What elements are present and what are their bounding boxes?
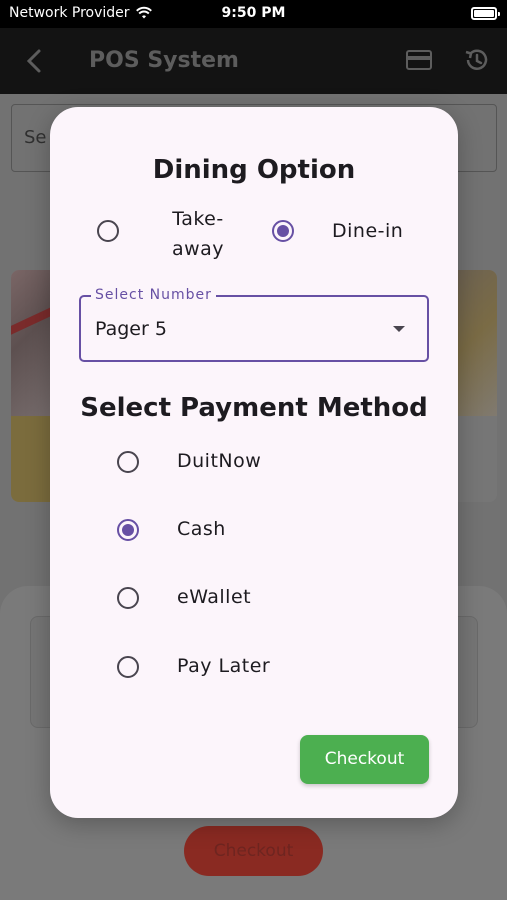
battery-full-icon <box>471 7 500 20</box>
dropdown-arrow-icon <box>393 326 405 332</box>
page-title: POS System <box>89 48 239 73</box>
select-number-label: Select Number <box>91 287 216 303</box>
checkout-button[interactable]: Checkout <box>300 735 429 784</box>
back-icon[interactable] <box>24 48 46 74</box>
status-bar: Network Provider 9:50 PM <box>0 0 507 28</box>
history-icon[interactable] <box>463 46 491 74</box>
background-checkout-button[interactable]: Checkout <box>184 826 323 876</box>
status-time: 9:50 PM <box>221 5 286 21</box>
select-number-value: Pager 5 <box>95 318 167 340</box>
ewallet-label: eWallet <box>177 586 252 608</box>
radio-cash[interactable] <box>117 519 139 541</box>
radio-dine-in[interactable] <box>272 220 294 242</box>
search-label: Se <box>24 127 47 148</box>
dine-in-label: Dine-in <box>332 220 404 242</box>
pay-later-label: Pay Later <box>177 655 271 677</box>
checkout-dialog: Dining Option Take-away Dine-in Select N… <box>50 107 458 818</box>
select-number-dropdown[interactable]: Select Number Pager 5 <box>79 287 429 362</box>
app-bar: POS System <box>0 28 507 94</box>
radio-pay-later[interactable] <box>117 656 139 678</box>
radio-take-away[interactable] <box>97 220 119 242</box>
radio-duitnow[interactable] <box>117 451 139 473</box>
take-away-label: Take-away <box>171 208 225 260</box>
duitnow-label: DuitNow <box>177 450 262 472</box>
cash-label: Cash <box>177 518 226 540</box>
credit-card-icon[interactable] <box>406 50 432 70</box>
radio-ewallet[interactable] <box>117 587 139 609</box>
dining-option-title: Dining Option <box>152 155 356 185</box>
payment-method-title: Select Payment Method <box>80 393 428 423</box>
